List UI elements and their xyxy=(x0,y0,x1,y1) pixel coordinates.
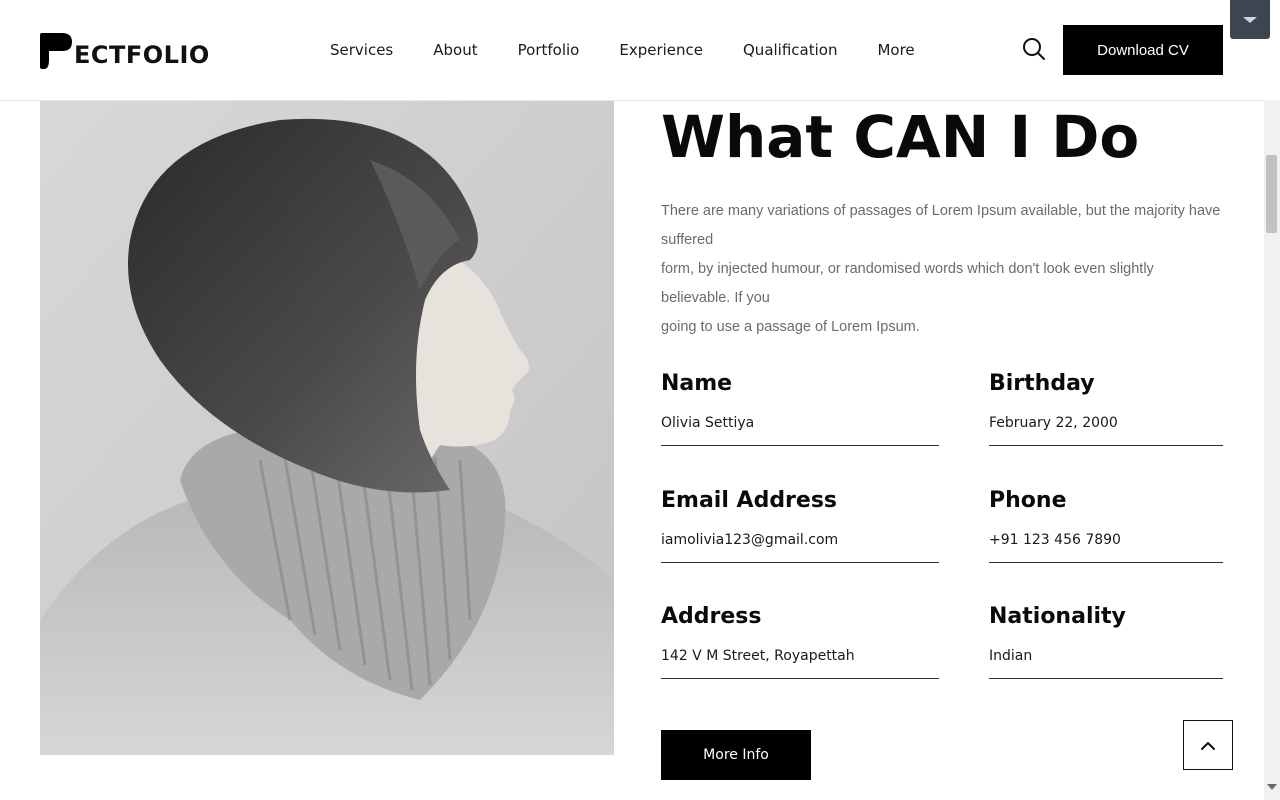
nav-portfolio[interactable]: Portfolio xyxy=(518,40,580,60)
field-value: iamolivia123@gmail.com xyxy=(661,532,839,548)
field-value: 142 V M Street, Royapettah xyxy=(661,648,855,664)
field-value: Olivia Settiya xyxy=(661,415,755,431)
info-field-phone: Phone +91 123 456 7890 xyxy=(989,487,1223,563)
field-label: Nationality xyxy=(989,604,1126,629)
field-label: Phone xyxy=(989,488,1067,513)
logo-text: ECTFOLIO xyxy=(74,41,210,69)
nav-experience[interactable]: Experience xyxy=(619,40,703,60)
scroll-down-arrow-icon[interactable] xyxy=(1267,784,1277,790)
chevron-up-icon xyxy=(1201,742,1215,750)
field-value: Indian xyxy=(989,648,1033,664)
more-info-button[interactable]: More Info xyxy=(661,730,811,780)
main-nav: Services About Portfolio Experience Qual… xyxy=(330,40,915,60)
back-to-top-button[interactable] xyxy=(1183,720,1233,770)
info-field-nationality: Nationality Indian xyxy=(989,603,1223,679)
page-title: What CAN I Do xyxy=(661,103,1140,171)
search-icon xyxy=(1023,38,1045,60)
profile-photo xyxy=(40,100,614,755)
site-header: ECTFOLIO Services About Portfolio Experi… xyxy=(0,0,1264,101)
nav-about[interactable]: About xyxy=(433,40,477,60)
field-label: Address xyxy=(661,604,762,629)
field-label: Birthday xyxy=(989,371,1095,396)
field-value: February 22, 2000 xyxy=(989,415,1118,431)
field-label: Name xyxy=(661,371,733,396)
description-line: form, by injected humour, or randomised … xyxy=(661,261,1154,306)
caret-down-icon xyxy=(1243,17,1257,23)
description-line: There are many variations of passages of… xyxy=(661,203,1221,248)
info-field-birthday: Birthday February 22, 2000 xyxy=(989,370,1223,446)
info-field-address: Address 142 V M Street, Royapettah xyxy=(661,603,939,679)
field-label: Email Address xyxy=(661,488,838,513)
info-field-email: Email Address iamolivia123@gmail.com xyxy=(661,487,939,563)
search-button[interactable] xyxy=(1022,37,1046,61)
description-line: going to use a passage of Lorem Ipsum. xyxy=(661,319,920,335)
logo-mark-icon xyxy=(40,33,72,69)
info-field-name: Name Olivia Settiya xyxy=(661,370,939,446)
nav-qualification[interactable]: Qualification xyxy=(743,40,837,60)
download-cv-button[interactable]: Download CV xyxy=(1063,25,1223,75)
panel-toggle-button[interactable] xyxy=(1230,0,1270,39)
intro-description: There are many variations of passages of… xyxy=(661,197,1221,342)
nav-more[interactable]: More xyxy=(877,40,914,60)
scrollbar-thumb[interactable] xyxy=(1266,155,1277,233)
site-logo[interactable]: ECTFOLIO xyxy=(40,33,210,69)
nav-services[interactable]: Services xyxy=(330,40,393,60)
page-scrollbar[interactable] xyxy=(1264,100,1280,800)
field-value: +91 123 456 7890 xyxy=(989,532,1121,548)
